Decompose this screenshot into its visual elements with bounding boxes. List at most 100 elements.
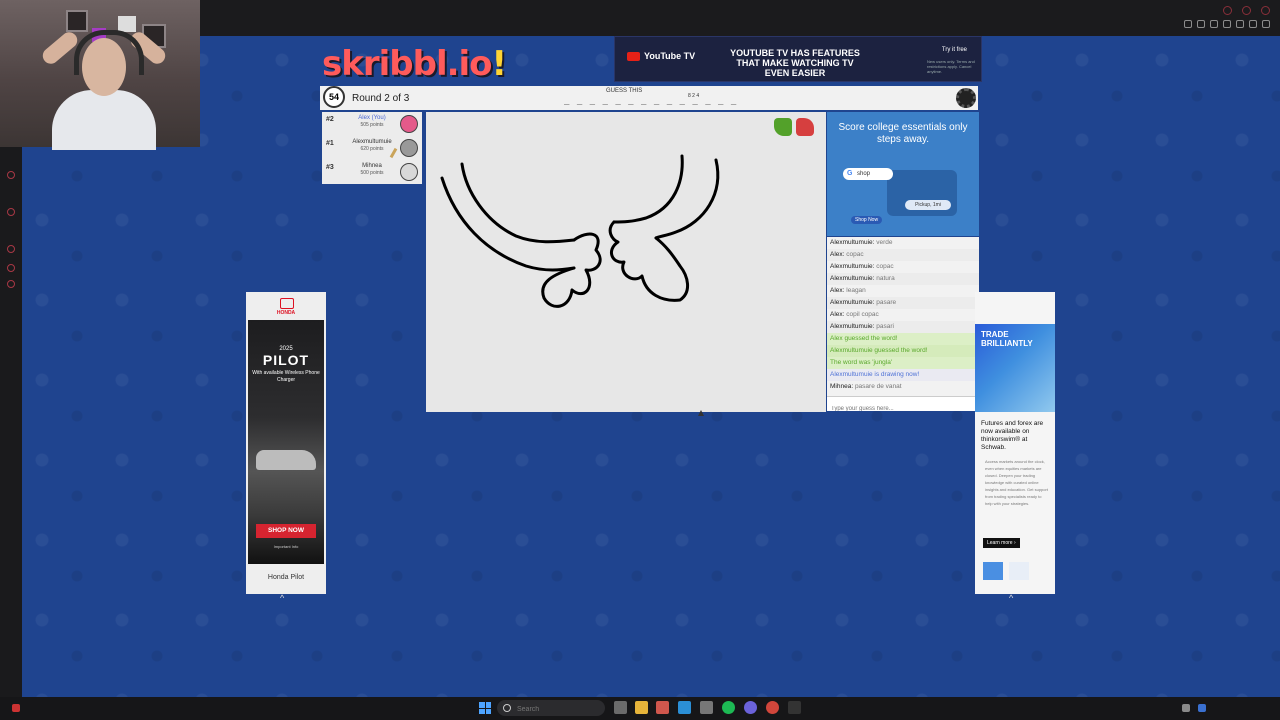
tray-app-icon[interactable] xyxy=(1198,704,1206,712)
schwab-ad[interactable]: TRADE BRILLIANTLY Futures and forex are … xyxy=(975,292,1055,594)
chat-author: Alexmultumuie: xyxy=(830,275,875,282)
player-row[interactable]: #2 Alex (You) 505 points xyxy=(322,112,422,136)
honda-shop-now-button[interactable]: SHOP NOW xyxy=(256,524,316,538)
youtube-tv-ad[interactable]: YouTube TV YOUTUBE TV HAS FEATURES THAT … xyxy=(614,36,982,82)
sidebar-icon-1[interactable] xyxy=(7,171,15,179)
gear-icon[interactable] xyxy=(956,88,976,108)
chat-message: Alex: copac xyxy=(827,249,979,261)
taskbar-search[interactable] xyxy=(497,700,605,716)
college-ad-title: Score college essentials only steps away… xyxy=(838,122,968,145)
schwab-logos xyxy=(983,562,1047,580)
chat-text: leagan xyxy=(846,287,866,294)
heart-icon[interactable] xyxy=(1236,20,1244,28)
youtube-tv-fine-print: New users only. Terms and restrictions a… xyxy=(927,59,975,74)
honda-logo-icon xyxy=(280,298,294,309)
schwab-bullets: Access markets around the clock, even wh… xyxy=(985,459,1048,506)
chat-message: Alexmultumuie: pasari xyxy=(827,321,979,333)
drawing-canvas[interactable] xyxy=(426,112,826,412)
chrome-icon[interactable] xyxy=(766,701,779,714)
wall-frame xyxy=(118,16,136,32)
drawing-strokes xyxy=(440,154,720,308)
notification-icon[interactable] xyxy=(12,704,20,712)
chat-author: Alex: xyxy=(830,287,845,294)
chat-author: Mihnea: xyxy=(830,383,854,390)
chat-author: Alex: xyxy=(830,311,845,318)
honda-model: PILOT xyxy=(262,352,310,368)
thumbs-up-icon[interactable] xyxy=(774,118,792,136)
guess-input[interactable] xyxy=(827,402,979,411)
task-view-icon[interactable] xyxy=(614,701,627,714)
honda-important-info[interactable]: Important Info xyxy=(246,544,326,549)
right-claw-stroke xyxy=(608,220,689,302)
logo-mark: ! xyxy=(491,44,507,84)
sidebar-icon-5[interactable] xyxy=(7,280,15,288)
file-explorer-icon[interactable] xyxy=(635,701,648,714)
player-avatar xyxy=(400,163,418,181)
discord-icon[interactable] xyxy=(744,701,757,714)
honda-caption: Honda Pilot xyxy=(267,574,305,581)
obs-icon[interactable] xyxy=(788,701,801,714)
youtube-tv-brand-label: YouTube TV xyxy=(644,51,696,61)
player-rank: #2 xyxy=(326,116,334,123)
schwab-subhead: Futures and forex are now available on t… xyxy=(981,420,1044,451)
search-icon xyxy=(503,704,511,712)
college-ad-cta[interactable]: Shop Now xyxy=(851,216,883,224)
wall-frame xyxy=(66,10,88,32)
chat-text: Alex guessed the word! xyxy=(830,335,898,342)
sidebar-icon-2[interactable] xyxy=(7,208,15,216)
close-icon[interactable] xyxy=(1261,6,1270,15)
player-points: 500 points xyxy=(360,170,384,176)
maximize-icon[interactable] xyxy=(1242,6,1251,15)
word-hint-lengths: 8 2 4 xyxy=(688,93,700,99)
play-icon[interactable] xyxy=(1223,20,1231,28)
round-timer: 54 xyxy=(323,86,345,108)
telegram-icon[interactable] xyxy=(678,701,691,714)
chat-text: Alexmultumuie guessed the word! xyxy=(830,347,928,354)
calculator-icon[interactable] xyxy=(700,701,713,714)
player-name: Alexmultumuie xyxy=(352,139,392,145)
player-row[interactable]: #3 Mihnea 500 points xyxy=(322,160,422,184)
sidebar-icon-3[interactable] xyxy=(7,245,15,253)
browser-app-icon[interactable] xyxy=(656,701,669,714)
windows-start-icon[interactable] xyxy=(479,702,491,714)
webcam-overlay xyxy=(0,0,200,150)
taskbar xyxy=(0,697,1280,720)
chat-message: Alex: copil copac xyxy=(827,309,979,321)
collapse-right-ad-icon[interactable]: ^ xyxy=(1009,593,1013,603)
thumbs-down-icon[interactable] xyxy=(796,118,814,136)
college-essentials-ad[interactable]: Score college essentials only steps away… xyxy=(827,112,979,236)
chat-text: The word was 'jungla' xyxy=(830,359,893,366)
chat-author: Alexmultumuie: xyxy=(830,323,875,330)
minimize-icon[interactable] xyxy=(1223,6,1232,15)
spotify-icon[interactable] xyxy=(722,701,735,714)
game-header: 54 Round 2 of 3 GUESS THIS _ _ _ _ _ _ _… xyxy=(320,86,978,110)
chat-panel: Alexmultumuie: verde Alex: copac Alexmultu… xyxy=(827,237,979,411)
tray-network-icon[interactable] xyxy=(1182,704,1190,712)
taskbar-search-input[interactable] xyxy=(515,702,599,716)
download-icon[interactable] xyxy=(1249,20,1257,28)
guess-this-label: GUESS THIS xyxy=(606,88,643,94)
thinkorswim-logo-icon xyxy=(983,562,1003,580)
youtube-tv-cta[interactable]: Try it free xyxy=(942,47,967,53)
skribbl-logo: skribbl.io! xyxy=(322,44,507,84)
word-hint: _ _ _ _ _ _ _ _ _ _ _ _ _ _ xyxy=(564,96,738,106)
tab-icon[interactable] xyxy=(1197,20,1205,28)
menu-icon[interactable] xyxy=(1262,20,1270,28)
extension-icon[interactable] xyxy=(1210,20,1218,28)
player-name: Alex (You) xyxy=(358,115,386,121)
left-branch-stroke-2 xyxy=(440,176,576,272)
sidebar-icon-4[interactable] xyxy=(7,264,15,272)
honda-pilot-ad[interactable]: HONDA 2025 PILOT With available Wireless… xyxy=(246,292,326,594)
schwab-headline: TRADE BRILLIANTLY xyxy=(981,330,1033,348)
chat-text: pasari xyxy=(876,323,894,330)
car-image xyxy=(256,450,316,470)
player-row[interactable]: #1 Alexmultumuie 620 points xyxy=(322,136,422,160)
player-list: #2 Alex (You) 505 points #1 Alexmultumui… xyxy=(322,112,422,184)
schwab-learn-more-button[interactable]: Learn more › xyxy=(983,538,1020,548)
left-branch-stroke xyxy=(460,162,576,244)
collapse-left-ad-icon[interactable]: ^ xyxy=(280,593,284,603)
browser-toolbar-icons xyxy=(1184,20,1270,28)
headset-icon xyxy=(74,30,144,75)
chat-text: verde xyxy=(876,239,893,246)
bookmark-icon[interactable] xyxy=(1184,20,1192,28)
